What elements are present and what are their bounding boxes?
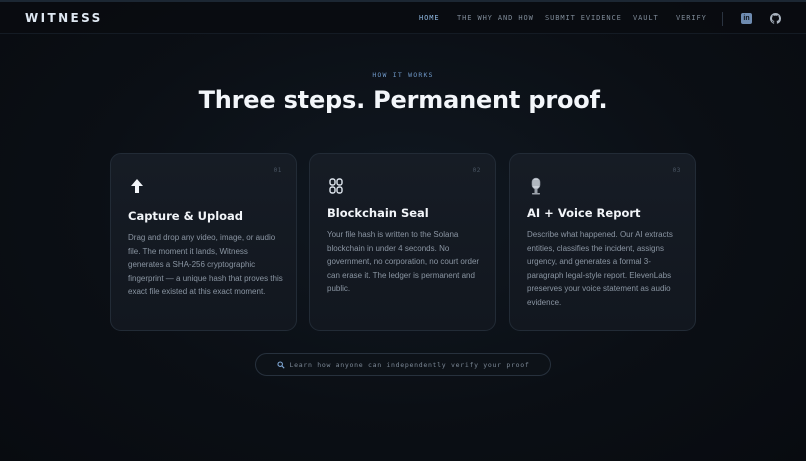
nav-link-why-and-how[interactable]: THE WHY AND HOW (457, 14, 534, 22)
top-navbar: WITNESS HOME THE WHY AND HOW SUBMIT EVID… (0, 2, 806, 34)
step-description: Describe what happened. Our AI extracts … (527, 230, 673, 307)
verify-proof-link[interactable]: Learn how anyone can independently verif… (255, 353, 551, 376)
verify-proof-label: Learn how anyone can independently verif… (289, 360, 530, 369)
step-title: Blockchain Seal (327, 206, 429, 220)
chain-link-icon (329, 178, 343, 194)
step-card-capture: 01 Capture & Upload Drag and drop any vi… (110, 153, 297, 331)
step-card-blockchain: 02 Blockchain Seal Your file hash is wri… (309, 153, 496, 331)
github-icon[interactable] (770, 13, 781, 24)
nav-link-verify[interactable]: VERIFY (676, 14, 707, 22)
nav-link-vault[interactable]: VAULT (633, 14, 659, 22)
nav-link-home[interactable]: HOME (419, 14, 439, 22)
step-number: 03 (672, 167, 681, 174)
brand-logo[interactable]: WITNESS (25, 11, 103, 25)
magnifier-icon (276, 360, 285, 369)
nav-link-submit-evidence[interactable]: SUBMIT EVIDENCE (545, 14, 622, 22)
nav-divider (722, 12, 723, 26)
step-title: AI + Voice Report (527, 206, 641, 220)
microphone-icon (531, 177, 541, 195)
step-description: Your file hash is written to the Solana … (327, 230, 480, 294)
step-title: Capture & Upload (128, 209, 244, 223)
upload-arrow-icon (131, 179, 143, 193)
step-description: Drag and drop any video, image, or audio… (128, 233, 283, 297)
section-eyebrow: HOW IT WORKS (372, 71, 434, 79)
section-headline: Three steps. Permanent proof. (198, 86, 608, 114)
step-number: 02 (472, 167, 481, 174)
linkedin-icon[interactable]: in (741, 13, 752, 24)
step-number: 01 (273, 167, 282, 174)
step-card-ai-report: 03 AI + Voice Report Describe what happe… (509, 153, 696, 331)
